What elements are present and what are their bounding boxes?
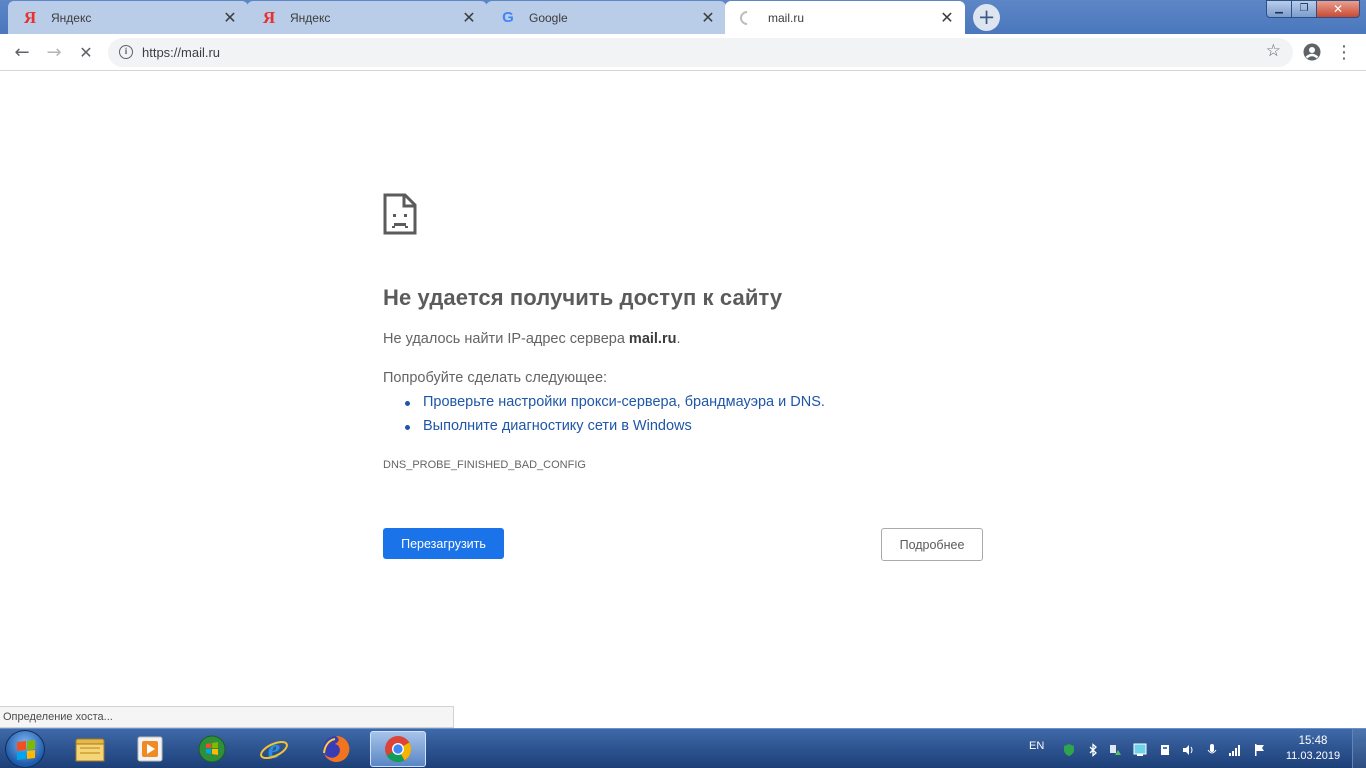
- url-text[interactable]: https://mail.ru: [142, 45, 220, 60]
- storage-device-icon[interactable]: [1158, 742, 1172, 756]
- google-icon: G: [502, 8, 514, 26]
- site-info-icon[interactable]: i: [119, 45, 133, 59]
- action-center-flag-icon[interactable]: [1253, 742, 1267, 756]
- suggestions-heading: Попробуйте сделать следующее:: [383, 370, 608, 386]
- clock-date: 11.03.2019: [1285, 750, 1341, 762]
- suggestions-list: Проверьте настройки прокси-сервера, бран…: [405, 394, 825, 442]
- media-center-icon[interactable]: [184, 731, 240, 767]
- tab-yandex-2[interactable]: Я Яндекс ✕: [247, 1, 487, 34]
- media-player-icon[interactable]: [122, 731, 178, 767]
- error-message: Не удалось найти IP-адрес сервера mail.r…: [383, 331, 681, 347]
- internet-explorer-icon[interactable]: e: [246, 731, 302, 767]
- show-desktop-button[interactable]: [1352, 729, 1366, 768]
- language-indicator[interactable]: EN: [1029, 740, 1044, 752]
- close-tab-icon[interactable]: ✕: [461, 9, 477, 26]
- address-bar[interactable]: i https://mail.ru ☆: [108, 38, 1293, 67]
- display-settings-icon[interactable]: [1133, 742, 1147, 756]
- bookmark-star-icon[interactable]: ☆: [1266, 41, 1281, 61]
- clock-time: 15:48: [1298, 735, 1328, 747]
- explorer-icon[interactable]: [62, 731, 118, 767]
- tab-title: mail.ru: [768, 10, 805, 25]
- volume-icon[interactable]: [1181, 742, 1195, 756]
- tab-title: Яндекс: [290, 10, 331, 25]
- menu-kebab-icon[interactable]: ⋮: [1332, 40, 1356, 64]
- system-clock[interactable]: 15:48 11.03.2019: [1280, 734, 1346, 764]
- minimize-button[interactable]: ▁: [1266, 0, 1292, 18]
- status-bubble: Определение хоста...: [0, 706, 454, 728]
- chrome-icon[interactable]: [370, 731, 426, 767]
- firefox-icon[interactable]: [308, 731, 364, 767]
- security-shield-icon[interactable]: [1062, 742, 1076, 756]
- restore-button[interactable]: ❐: [1291, 0, 1317, 18]
- signal-strength-icon[interactable]: [1228, 742, 1242, 756]
- yandex-icon: Я: [262, 7, 276, 27]
- error-code: DNS_PROBE_FINISHED_BAD_CONFIG: [383, 459, 586, 471]
- windows-logo-icon: [17, 740, 35, 760]
- sad-page-icon: [383, 193, 417, 239]
- tab-title: Яндекс: [51, 10, 92, 25]
- yandex-icon: Я: [23, 7, 37, 27]
- back-arrow-icon[interactable]: ←: [10, 40, 34, 64]
- reload-button[interactable]: Перезагрузить: [383, 528, 504, 559]
- stop-loading-icon[interactable]: ✕: [74, 40, 98, 64]
- window-controls: ▁ ❐ ✕: [1266, 0, 1360, 18]
- suggestion-check-proxy-link[interactable]: Проверьте настройки прокси-сервера, бран…: [405, 394, 825, 418]
- mic-icon[interactable]: [1205, 742, 1219, 756]
- bluetooth-icon[interactable]: [1086, 742, 1100, 757]
- tab-mail-ru[interactable]: mail.ru ✕: [725, 1, 965, 34]
- forward-arrow-icon[interactable]: →: [42, 40, 66, 64]
- details-button[interactable]: Подробнее: [881, 528, 983, 561]
- close-tab-icon[interactable]: ✕: [939, 9, 955, 26]
- browser-toolbar: ← → ✕ i https://mail.ru ☆ ⋮: [0, 34, 1366, 71]
- close-tab-icon[interactable]: ✕: [222, 9, 238, 26]
- error-title: Не удается получить доступ к сайту: [383, 285, 783, 310]
- new-tab-button[interactable]: +: [973, 4, 1000, 31]
- profile-avatar-icon[interactable]: [1300, 40, 1324, 64]
- svg-text:e: e: [268, 734, 280, 764]
- tab-google[interactable]: G Google ✕: [486, 1, 726, 34]
- tab-title: Google: [529, 10, 568, 25]
- close-tab-icon[interactable]: ✕: [700, 9, 716, 26]
- suggestion-network-diagnostics-link[interactable]: Выполните диагностику сети в Windows: [405, 418, 825, 442]
- close-window-button[interactable]: ✕: [1316, 0, 1360, 18]
- start-button[interactable]: [5, 730, 45, 768]
- network-update-icon[interactable]: [1108, 742, 1122, 756]
- loading-spinner-icon: [737, 7, 757, 28]
- tab-strip: Я Яндекс ✕ Я Яндекс ✕ G Google ✕ mail.ru…: [0, 0, 1366, 34]
- error-host: mail.ru: [628, 331, 677, 347]
- tab-yandex-1[interactable]: Я Яндекс ✕: [8, 1, 248, 34]
- windows-taskbar: e EN 15:48 11.03.2019: [0, 728, 1366, 768]
